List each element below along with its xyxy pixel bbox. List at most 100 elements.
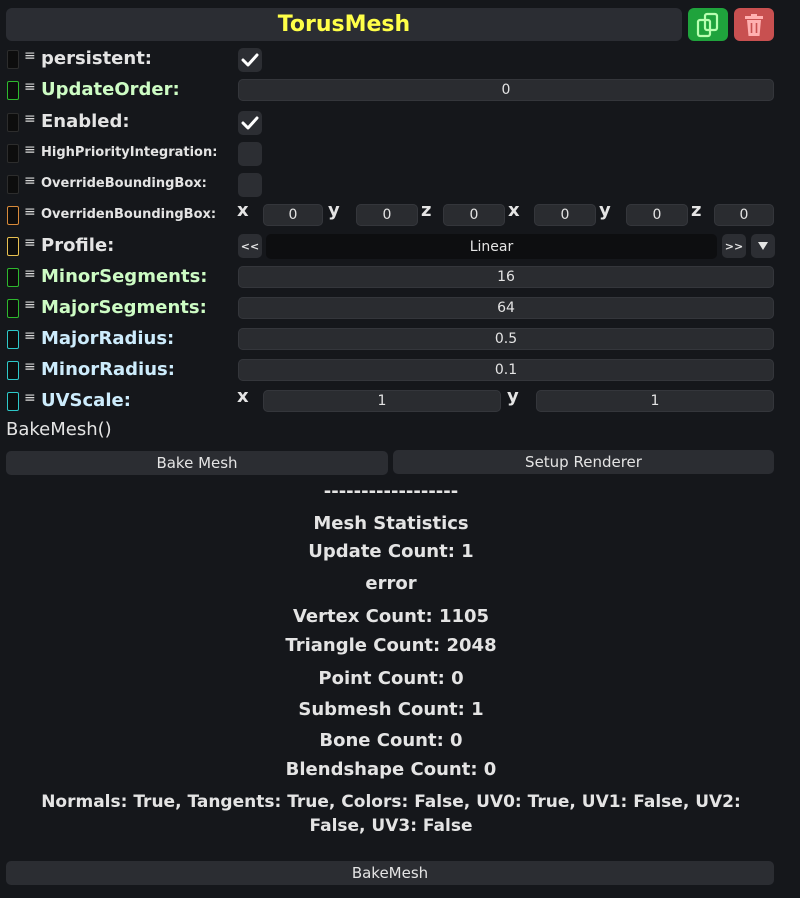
axis-label-z: z xyxy=(691,200,702,221)
field-persistent: ≡ persistent: xyxy=(0,45,800,73)
field-menu-icon[interactable]: ≡ xyxy=(24,142,36,158)
stats-update-count: Update Count: 1 xyxy=(308,541,474,562)
field-label: MajorRadius: xyxy=(41,328,175,349)
stats-title: Mesh Statistics xyxy=(313,513,469,534)
high-priority-checkbox[interactable] xyxy=(238,142,262,166)
field-menu-icon[interactable]: ≡ xyxy=(24,297,36,313)
field-high-priority-integration: ≡ HighPriorityIntegration: xyxy=(0,139,800,167)
checkmark-icon xyxy=(241,53,259,67)
stats-blendshape-count: Blendshape Count: 0 xyxy=(285,759,497,780)
field-label: Profile: xyxy=(41,235,115,256)
field-major-radius: ≡ MajorRadius: 0.5 xyxy=(0,325,800,353)
drag-handle[interactable] xyxy=(7,144,19,163)
field-override-bounding-box: ≡ OverrideBoundingBox: xyxy=(0,170,800,198)
stats-divider: ------------------ xyxy=(323,481,459,502)
field-menu-icon[interactable]: ≡ xyxy=(24,111,36,127)
bbox-max-z-input[interactable]: 0 xyxy=(714,204,774,226)
bake-mesh-button[interactable]: Bake Mesh xyxy=(6,451,388,475)
duplicate-component-button[interactable] xyxy=(688,8,728,41)
drag-handle[interactable] xyxy=(7,237,19,256)
stats-bone-count: Bone Count: 0 xyxy=(319,730,463,751)
field-menu-icon[interactable]: ≡ xyxy=(24,79,36,95)
field-menu-icon[interactable]: ≡ xyxy=(24,390,36,406)
uv-scale-x-input[interactable]: 1 xyxy=(263,390,501,412)
field-menu-icon[interactable]: ≡ xyxy=(24,48,36,64)
field-label: HighPriorityIntegration: xyxy=(41,145,218,160)
field-menu-icon[interactable]: ≡ xyxy=(24,204,36,220)
bbox-min-z-input[interactable]: 0 xyxy=(443,204,505,226)
drag-handle[interactable] xyxy=(7,81,19,100)
drag-handle[interactable] xyxy=(7,113,19,132)
stats-flags-line1: Normals: True, Tangents: True, Colors: F… xyxy=(41,792,741,812)
field-menu-icon[interactable]: ≡ xyxy=(24,235,36,251)
stats-triangle-count: Triangle Count: 2048 xyxy=(285,635,497,656)
drag-handle[interactable] xyxy=(7,50,19,69)
field-minor-radius: ≡ MinorRadius: 0.1 xyxy=(0,356,800,384)
axis-label-x: x xyxy=(237,200,249,221)
method-name: BakeMesh() xyxy=(6,419,112,440)
delete-component-button[interactable] xyxy=(734,8,774,41)
field-profile: ≡ Profile: << Linear >> xyxy=(0,232,800,260)
minor-radius-input[interactable]: 0.1 xyxy=(238,359,774,381)
enabled-checkbox[interactable] xyxy=(238,111,262,135)
field-label: MinorRadius: xyxy=(41,359,175,380)
field-label: OverridenBoundingBox: xyxy=(41,207,217,222)
field-update-order: ≡ UpdateOrder: 0 xyxy=(0,76,800,104)
field-menu-icon[interactable]: ≡ xyxy=(24,173,36,189)
stats-vertex-count: Vertex Count: 1105 xyxy=(292,606,490,627)
stats-submesh-count: Submesh Count: 1 xyxy=(298,699,484,720)
drag-handle[interactable] xyxy=(7,268,19,287)
field-label: UpdateOrder: xyxy=(41,79,180,100)
field-major-segments: ≡ MajorSegments: 64 xyxy=(0,294,800,322)
field-enabled: ≡ Enabled: xyxy=(0,108,800,136)
bbox-max-y-input[interactable]: 0 xyxy=(626,204,688,226)
profile-prev-button[interactable]: << xyxy=(238,234,262,258)
field-minor-segments: ≡ MinorSegments: 16 xyxy=(0,263,800,291)
stats-error: error xyxy=(365,573,417,594)
field-label: UVScale: xyxy=(41,390,131,411)
field-label: persistent: xyxy=(41,48,152,69)
profile-next-button[interactable]: >> xyxy=(722,234,746,258)
copy-icon xyxy=(696,12,719,37)
drag-handle[interactable] xyxy=(7,330,19,349)
trash-icon xyxy=(745,13,763,36)
chevron-down-icon xyxy=(758,242,768,250)
minor-segments-input[interactable]: 16 xyxy=(238,266,774,288)
profile-select[interactable]: Linear xyxy=(266,234,717,259)
bake-mesh-bottom-button[interactable]: BakeMesh xyxy=(6,861,774,885)
bbox-min-y-input[interactable]: 0 xyxy=(356,204,418,226)
drag-handle[interactable] xyxy=(7,361,19,380)
drag-handle[interactable] xyxy=(7,206,19,225)
setup-renderer-button[interactable]: Setup Renderer xyxy=(393,450,774,474)
axis-label-y: y xyxy=(599,200,611,221)
profile-dropdown-button[interactable] xyxy=(751,234,775,258)
field-uv-scale: ≡ UVScale: x 1 y 1 xyxy=(0,386,800,415)
field-menu-icon[interactable]: ≡ xyxy=(24,328,36,344)
axis-label-z: z xyxy=(421,200,432,221)
major-segments-input[interactable]: 64 xyxy=(238,297,774,319)
field-label: MajorSegments: xyxy=(41,297,207,318)
drag-handle[interactable] xyxy=(7,392,19,411)
axis-label-y: y xyxy=(507,386,519,407)
field-label: MinorSegments: xyxy=(41,266,208,287)
stats-flags-line2: False, UV3: False xyxy=(309,816,473,836)
uv-scale-y-input[interactable]: 1 xyxy=(536,390,774,412)
drag-handle[interactable] xyxy=(7,175,19,194)
stats-point-count: Point Count: 0 xyxy=(318,668,464,689)
component-title: TorusMesh xyxy=(6,8,682,41)
major-radius-input[interactable]: 0.5 xyxy=(238,328,774,350)
update-order-input[interactable]: 0 xyxy=(238,79,774,101)
drag-handle[interactable] xyxy=(7,299,19,318)
bbox-min-x-input[interactable]: 0 xyxy=(263,204,323,226)
axis-label-x: x xyxy=(508,200,520,221)
override-bbox-checkbox[interactable] xyxy=(238,173,262,197)
field-label: Enabled: xyxy=(41,111,130,132)
field-menu-icon[interactable]: ≡ xyxy=(24,266,36,282)
axis-label-y: y xyxy=(328,200,340,221)
axis-label-x: x xyxy=(237,386,249,407)
persistent-checkbox[interactable] xyxy=(238,48,262,72)
checkmark-icon xyxy=(241,116,259,130)
field-menu-icon[interactable]: ≡ xyxy=(24,359,36,375)
bbox-max-x-input[interactable]: 0 xyxy=(534,204,596,226)
field-label: OverrideBoundingBox: xyxy=(41,176,207,191)
